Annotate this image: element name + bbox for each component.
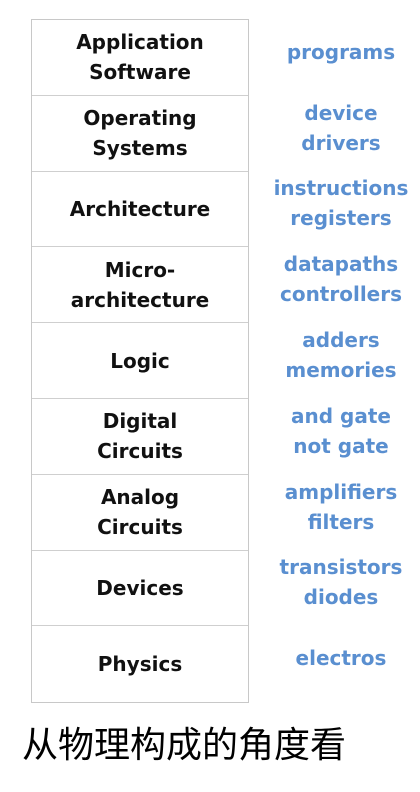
layer-label: Logic: [110, 348, 170, 373]
layer-row-analog-circuits: Analog Circuits: [32, 475, 248, 551]
layer-row-digital-circuits: Digital Circuits: [32, 399, 248, 475]
example-label: and gate not gate: [291, 403, 391, 458]
example-row-analog-circuits: amplifiers filters: [262, 474, 420, 550]
layer-row-devices: Devices: [32, 551, 248, 627]
example-label: instructions registers: [273, 176, 409, 231]
example-label: device drivers: [301, 100, 381, 155]
example-label: amplifiers filters: [284, 479, 398, 534]
layer-row-operating-systems: Operating Systems: [32, 96, 248, 172]
diagram-caption: 从物理构成的角度看: [22, 725, 347, 766]
example-row-devices: transistors diodes: [262, 550, 420, 626]
example-row-application-software: programs: [262, 19, 420, 95]
example-label: transistors diodes: [279, 555, 403, 610]
layer-row-physics: Physics: [32, 626, 248, 702]
example-label: adders memories: [285, 328, 397, 383]
layer-examples-column: programs device drivers instructions reg…: [262, 19, 420, 701]
layer-label: Architecture: [69, 196, 211, 221]
layer-stack: Application Software Operating Systems A…: [31, 19, 249, 704]
layer-row-microarchitecture: Micro- architecture: [32, 247, 248, 324]
layer-label: Operating Systems: [83, 106, 197, 161]
example-row-architecture: instructions registers: [262, 171, 420, 247]
layer-row-architecture: Architecture: [32, 172, 248, 248]
layer-label: Analog Circuits: [97, 485, 183, 540]
example-row-microarchitecture: datapaths controllers: [262, 246, 420, 322]
example-row-physics: electros: [262, 625, 420, 701]
layer-label: Devices: [96, 575, 184, 600]
layer-label: Micro- architecture: [70, 257, 210, 312]
layer-label: Application Software: [76, 30, 204, 85]
abstraction-layers-diagram: { "accent_color": "#5a8fd0", "layers": […: [0, 0, 420, 792]
layer-row-application-software: Application Software: [32, 20, 248, 96]
layer-label: Physics: [97, 652, 183, 677]
example-label: programs: [286, 39, 396, 64]
example-row-logic: adders memories: [262, 322, 420, 398]
layer-row-logic: Logic: [32, 323, 248, 399]
example-row-digital-circuits: and gate not gate: [262, 398, 420, 474]
layer-label: Digital Circuits: [97, 409, 183, 464]
example-label: electros: [295, 646, 387, 671]
example-row-operating-systems: device drivers: [262, 95, 420, 171]
example-label: datapaths controllers: [279, 252, 403, 307]
